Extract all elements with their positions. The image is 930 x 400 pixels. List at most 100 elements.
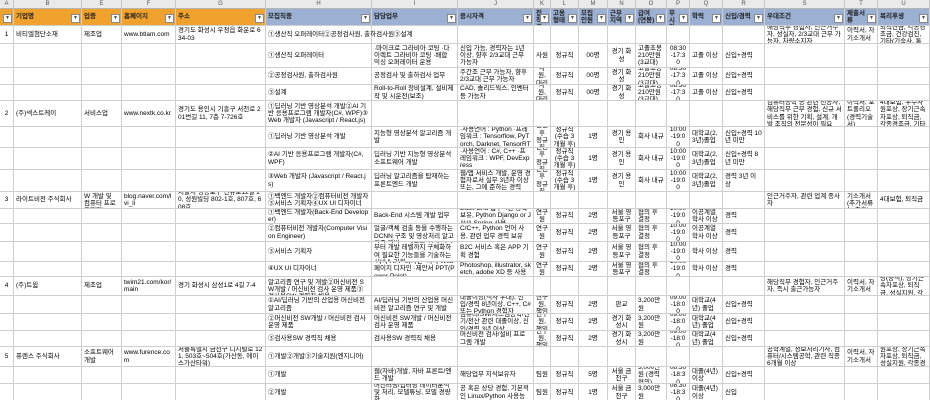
cell-H15[interactable]: ①AI/딥러닝 기반의 산업용 머신비전 알고리즘 [266,296,372,314]
cell-P16[interactable]: 09:00-18:00 [667,314,690,331]
column-header-L[interactable]: 고용형태▼ [551,9,579,26]
cell-R19[interactable]: 신입+경력 [723,367,765,384]
cell-S16[interactable] [765,314,845,331]
cell-N14[interactable] [608,277,636,296]
cell-H19[interactable]: ①개발 [266,367,372,384]
cell-M13[interactable]: 2명 [579,262,608,277]
cell-F14[interactable]: twim21.com/kor/main [122,277,176,296]
filter-button[interactable]: ▼ [679,14,688,23]
cell-G15[interactable] [176,296,266,314]
cell-K6[interactable]: 인턴 후 정규직 [534,127,551,148]
cell-T17[interactable] [845,331,878,347]
filter-button[interactable]: ▼ [361,14,370,23]
cell-U3[interactable] [878,68,930,85]
cell-I19[interactable]: 웹(자바)개발, 자바 프론트/엔드 개발 [372,367,458,384]
cell-G10[interactable] [176,209,266,224]
filter-button[interactable]: ▼ [255,14,264,23]
cell-E14[interactable]: 제조업 [82,277,122,296]
cell-K1[interactable] [534,26,551,44]
cell-N11[interactable]: 서울 영등포구 [608,224,636,242]
cell-H17[interactable]: ③검사용SW 경력직 채용 [266,331,372,347]
cell-B20[interactable] [14,384,82,400]
cell-H20[interactable]: ②개발 [266,384,372,400]
column-letter-B[interactable]: B [14,0,82,9]
cell-O20[interactable]: 3,000만 원 [636,384,667,400]
cell-M7[interactable]: 1명 [579,148,608,170]
cell-K9[interactable] [534,192,551,209]
cell-A11[interactable] [0,224,14,242]
cell-T8[interactable] [845,170,878,192]
cell-T5[interactable]: 이력서, 포트폴리오 (경력기술서) [845,101,878,127]
cell-R1[interactable] [723,26,765,44]
cell-K14[interactable] [534,277,551,296]
cell-J8[interactable]: 웹/앱 서비스 개발, 운영 경험자로서 실무 3년차 이상 또는, 그에 준하… [458,170,534,192]
cell-F17[interactable] [122,331,176,347]
cell-I20[interactable]: 머신러닝/딥러닝 데이터분석 및 처리, 모델튜닝, 모델 경량화 [372,384,458,400]
cell-Q6[interactable]: 대학교(2,3년)졸업 [690,127,723,148]
cell-M3[interactable]: 00명 [579,68,608,85]
cell-H2[interactable]: ①생산직 오퍼레이터 [266,44,372,68]
cell-K19[interactable]: 팀원 [534,367,551,384]
cell-A6[interactable] [0,127,14,148]
cell-B16[interactable] [14,314,82,331]
cell-O6[interactable]: 회사 내규 [636,127,667,148]
cell-T16[interactable] [845,314,878,331]
cell-G20[interactable] [176,384,266,400]
cell-Q18[interactable] [690,347,723,367]
cell-F3[interactable] [122,68,176,85]
column-header-F[interactable]: 홈페이지▼ [122,9,176,26]
cell-B10[interactable] [14,209,82,224]
cell-G3[interactable] [176,68,266,85]
cell-J14[interactable] [458,277,534,296]
cell-F10[interactable] [122,209,176,224]
cell-F13[interactable] [122,262,176,277]
cell-K15[interactable]: 연구원, 책임 [534,296,551,314]
cell-K17[interactable]: 연구원, 책임 [534,331,551,347]
cell-S1[interactable]: 해당직무 경험자, 인근거주자, 성실자, 2/3교대 근무 가능자, 차량소지… [765,26,845,44]
cell-A7[interactable] [0,148,14,170]
cell-G12[interactable] [176,242,266,262]
cell-O8[interactable]: 회사 내규 [636,170,667,192]
cell-R4[interactable]: 신입+경력 [723,85,765,101]
cell-L1[interactable] [551,26,579,44]
filter-button[interactable]: ▼ [625,14,634,23]
cell-F5[interactable]: www.nextk.co.kr [122,101,176,127]
cell-B6[interactable] [14,127,82,148]
cell-A16[interactable] [0,314,14,331]
cell-H11[interactable]: ②컴퓨터비전 개발자(Computer Vision Engineer) [266,224,372,242]
cell-J5[interactable] [458,101,534,127]
cell-N15[interactable]: 판교 [608,296,636,314]
cell-I16[interactable]: 머신비전 SW개발 / 머신비전 검사 운영 제품 [372,314,458,331]
cell-I7[interactable]: 딥러닝 기반 지능형 영상분석 소프트웨어 개발 [372,148,458,170]
cell-N4[interactable]: 경기 화성 [608,85,636,101]
cell-P12[interactable]: 10:00-19:00 [667,242,690,262]
cell-G5[interactable]: 경기도 용인시 기흥구 서천로 201번길 11, 7층 7-726호 [176,101,266,127]
cell-T20[interactable] [845,384,878,400]
column-letter-Q[interactable]: Q [690,0,723,9]
cell-U20[interactable] [878,384,930,400]
column-header-B[interactable]: 기업명▼ [14,9,82,26]
cell-Q9[interactable] [690,192,723,209]
column-letter-O[interactable]: O [636,0,667,9]
cell-H10[interactable]: ①백엔드 개발자(Back-End Developer) [266,209,372,224]
cell-H6[interactable]: ①딥러닝 기반 영상분석 개발 [266,127,372,148]
cell-O7[interactable]: 회사 내규 [636,148,667,170]
cell-A13[interactable] [0,262,14,277]
column-header-A[interactable]: ▼ [0,9,14,26]
cell-H9[interactable]: ①백엔드 개발자②컴퓨터비전 개발자③서비스 기획자④UX UI 디자이너 [266,192,372,209]
filter-button[interactable]: ▼ [656,14,665,23]
cell-O4[interactable]: 고졸초봉 210만원 (3교대) [636,85,667,101]
cell-H18[interactable]: ①개발②개발③기술지원(엔지니어) [266,347,372,367]
cell-L15[interactable]: 정규직 [551,296,579,314]
cell-J20[interactable]: 머신러닝/딥러닝 관련 전공 혹은 상당 경험, 기본적인 Linux/Pyth… [458,384,534,400]
column-header-N[interactable]: 근무지역▼ [608,9,636,26]
cell-E5[interactable]: 서비스업 [82,101,122,127]
cell-O17[interactable]: 3,200만 원 [636,331,667,347]
cell-U9[interactable]: 4대보험, 퇴직금 [878,192,930,209]
cell-I9[interactable] [372,192,458,209]
cell-M12[interactable]: 2명 [579,242,608,262]
cell-U17[interactable] [878,331,930,347]
cell-L19[interactable]: 정규직 [551,367,579,384]
cell-F20[interactable] [122,384,176,400]
cell-U16[interactable] [878,314,930,331]
